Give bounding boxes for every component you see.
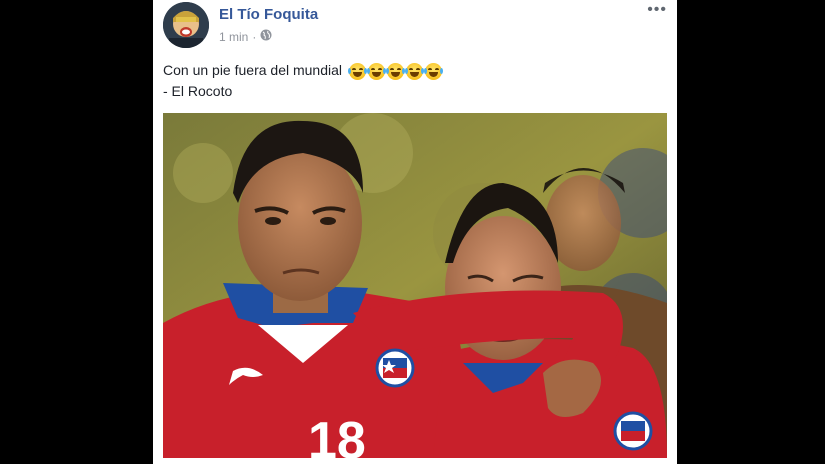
post-text-line-1: Con un pie fuera del mundial <box>163 60 663 81</box>
laughing-tears-emoji-icon <box>347 62 367 80</box>
post-header: El Tío Foquita 1 min · ••• <box>163 2 667 50</box>
post-time[interactable]: 1 min <box>219 30 248 44</box>
emoji-row <box>347 62 443 80</box>
post-photo[interactable]: 18 <box>163 113 667 458</box>
post-card: El Tío Foquita 1 min · ••• Con un pie fu… <box>153 0 677 464</box>
laughing-tears-emoji-icon <box>404 62 424 80</box>
globe-icon <box>260 29 272 44</box>
author-avatar[interactable] <box>163 2 209 48</box>
avatar-image <box>163 2 209 48</box>
more-options-icon[interactable]: ••• <box>647 2 667 18</box>
post-caption: Con un pie fuera del mundial <box>163 62 343 78</box>
laughing-tears-emoji-icon <box>423 62 443 80</box>
soccer-players-photo: 18 <box>163 113 667 458</box>
post-text: Con un pie fuera del mundial - El Rocoto <box>163 60 663 102</box>
laughing-tears-emoji-icon <box>385 62 405 80</box>
post-meta: 1 min · <box>219 29 272 44</box>
laughing-tears-emoji-icon <box>366 62 386 80</box>
post-signature: - El Rocoto <box>163 83 233 99</box>
jersey-number: 18 <box>308 412 366 458</box>
meta-separator: · <box>252 29 257 44</box>
author-name[interactable]: El Tío Foquita <box>219 6 318 23</box>
